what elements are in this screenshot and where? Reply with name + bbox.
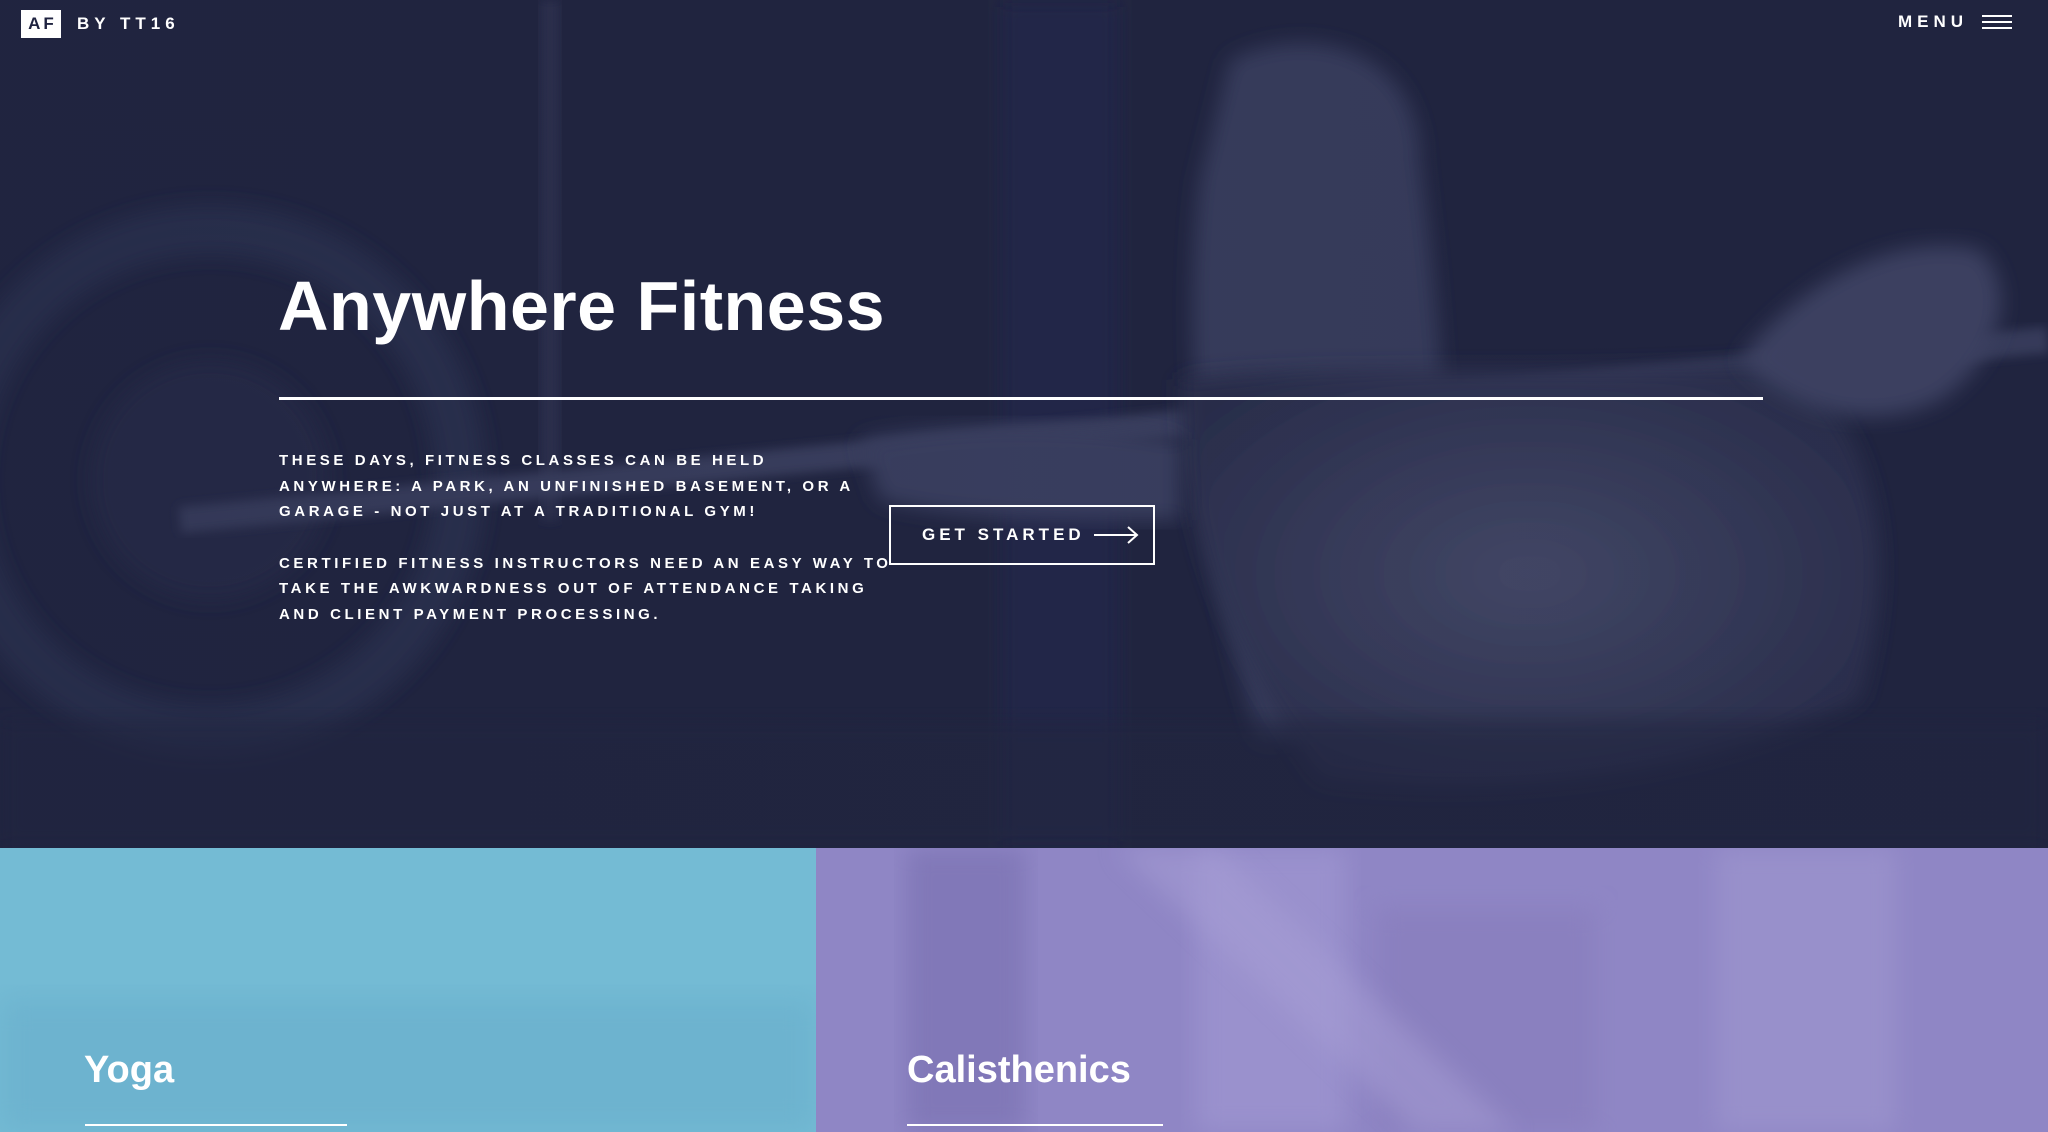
calisthenics-title[interactable]: Calisthenics [907, 1049, 1131, 1092]
title-divider [279, 397, 1763, 400]
yoga-title[interactable]: Yoga [84, 1049, 174, 1092]
calisthenics-underline [907, 1124, 1163, 1126]
menu-button[interactable]: MENU [1898, 12, 2012, 32]
page-title: Anywhere Fitness [278, 267, 886, 345]
brand-byline: BY TT16 [77, 14, 180, 33]
page: AF BY TT16 MENU Anywhere Fitness THESE D… [0, 0, 2048, 1132]
brand-badge: AF [21, 10, 61, 38]
hero-overlay [0, 0, 2048, 848]
hero-paragraph-2: CERTIFIED FITNESS INSTRUCTORS NEED AN EA… [279, 554, 892, 623]
hero-section: AF BY TT16 MENU Anywhere Fitness THESE D… [0, 0, 2048, 848]
hero-description: THESE DAYS, FITNESS CLASSES CAN BE HELD … [279, 448, 899, 653]
hamburger-icon [1982, 14, 2012, 30]
arrow-right-icon [1093, 526, 1139, 544]
brand-logo[interactable]: AF BY TT16 [21, 10, 180, 38]
get-started-button[interactable]: GET STARTED [889, 505, 1155, 565]
hero-paragraph-1: THESE DAYS, FITNESS CLASSES CAN BE HELD … [279, 452, 854, 520]
yoga-underline [85, 1124, 347, 1126]
menu-label: MENU [1897, 12, 1968, 31]
get-started-label: GET STARTED [922, 525, 1085, 544]
